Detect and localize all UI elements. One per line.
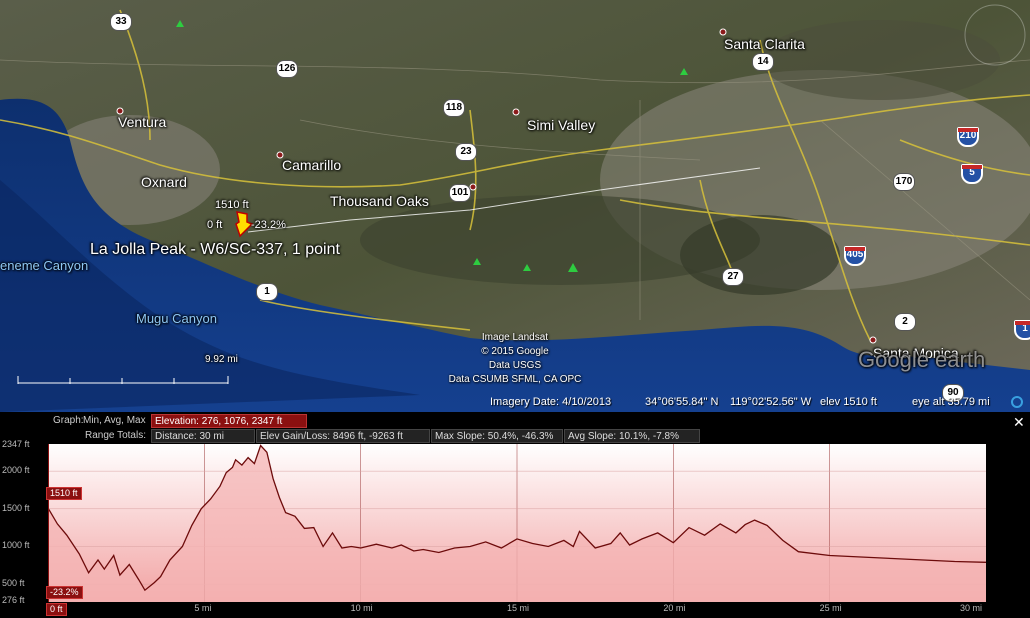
city-label-simi-valley: Simi Valley [527, 117, 596, 133]
y-tick-label: 2000 ft [2, 465, 30, 476]
city-label-thousand-oaks: Thousand Oaks [330, 193, 429, 209]
longitude: 119°02'52.56" W [730, 396, 812, 408]
route-shield: 126 [276, 60, 298, 78]
eye-altitude: eye alt 35.79 mi [912, 396, 990, 408]
x-tick-label: 30 mi [960, 603, 983, 613]
imagery-date: Imagery Date: 4/10/2013 [490, 396, 612, 408]
city-label-camarillo: Camarillo [282, 157, 342, 173]
placemark-elevation: 1510 ft [215, 199, 249, 211]
route-shield: 2 [894, 313, 916, 331]
interstate-shield: 210 [957, 127, 979, 147]
x-tick-label: 25 mi [819, 603, 842, 613]
credit-line: Image Landsat [481, 332, 549, 343]
city-label-ventura: Ventura [118, 114, 167, 130]
streaming-icon [1011, 396, 1023, 408]
ocean-label-mugu-canyon: Mugu Canyon [136, 311, 217, 326]
close-icon[interactable]: ✕ [1013, 415, 1025, 429]
x-tick-label: 15 mi [507, 603, 530, 613]
city-label-oxnard: Oxnard [141, 174, 187, 190]
graph-modes[interactable]: Min, Avg, Max [80, 414, 149, 428]
cursor-elevation-tag: 1510 ft [46, 487, 82, 500]
map-view[interactable]: Santa Clarita Simi Valley Ventura Camari… [0, 0, 1030, 412]
elev-gain-loss: Elev Gain/Loss: 8496 ft, -9263 ft [256, 429, 430, 443]
placemark-label[interactable]: La Jolla Peak - W6/SC-337, 1 point [90, 241, 340, 259]
distance-total: Distance: 30 mi [151, 429, 255, 443]
status-bar: Imagery Date: 4/10/2013 34°06'55.84" N 1… [480, 395, 1030, 412]
interstate-shield: 405 [844, 246, 866, 266]
city-label-santa-clarita: Santa Clarita [724, 36, 805, 52]
avg-slope: Avg Slope: 10.1%, -7.8% [564, 429, 700, 443]
cursor-distance-tag: 0 ft [46, 603, 67, 616]
y-tick-label: 2347 ft [2, 439, 30, 449]
interstate-shield: 5 [961, 164, 983, 184]
y-tick-label: 276 ft [2, 595, 25, 605]
google-earth-watermark: Google earth [858, 347, 986, 372]
max-slope: Max Slope: 50.4%, -46.3% [431, 429, 563, 443]
route-shield: 27 [722, 268, 744, 286]
y-tick-label: 1000 ft [2, 540, 30, 551]
route-shield: 33 [110, 13, 132, 31]
elevation-profile-chart[interactable] [48, 444, 986, 602]
cursor-slope-tag: -23.2% [46, 586, 83, 599]
x-tick-label: 5 mi [194, 603, 212, 613]
x-tick-label: 20 mi [663, 603, 686, 613]
placemark-distance: 0 ft [207, 219, 223, 231]
route-shield: 1 [256, 283, 278, 301]
latitude: 34°06'55.84" N [645, 396, 719, 408]
route-shield: 118 [443, 99, 465, 117]
route-shield: 23 [455, 143, 477, 161]
elevation: elev 1510 ft [820, 396, 877, 408]
y-tick-label: 500 ft [2, 578, 25, 589]
route-shield: 170 [893, 173, 915, 191]
elevation-stats: Elevation: 276, 1076, 2347 ft [151, 414, 307, 428]
credit-line: Data CSUMB SFML, CA OPC [448, 374, 582, 385]
x-tick-label: 10 mi [350, 603, 373, 613]
placemark-slope: -23.2% [251, 219, 286, 231]
y-tick-label: 1500 ft [2, 502, 30, 513]
ocean-label-hueneme-canyon: eneme Canyon [0, 258, 89, 273]
range-totals-label: Range Totals: [85, 430, 146, 441]
route-shield: 14 [752, 53, 774, 71]
route-shield: 101 [449, 184, 471, 202]
